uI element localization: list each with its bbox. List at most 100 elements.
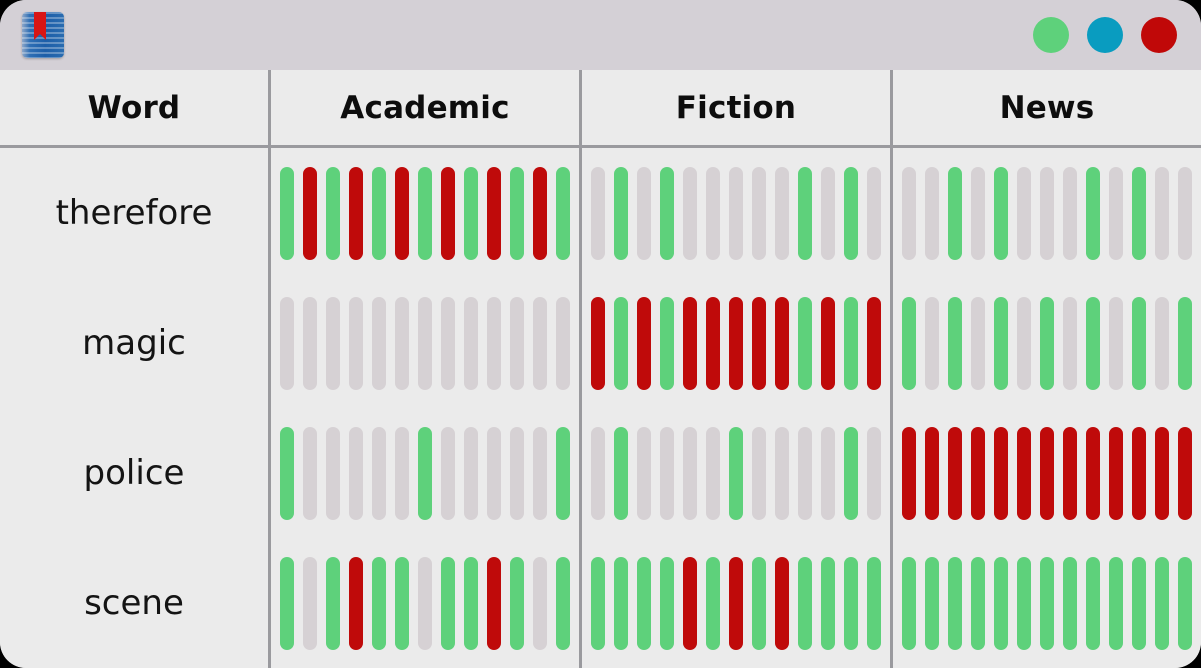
bar-gray [775, 166, 789, 260]
bar-strip [893, 278, 1201, 408]
column-header-academic[interactable]: Academic [271, 70, 582, 145]
bar-green [1040, 556, 1054, 650]
bar-gray [487, 426, 501, 520]
bar-gray [729, 166, 743, 260]
bar-strip [271, 408, 579, 538]
word-label: magic [0, 278, 271, 408]
bar-gray [418, 296, 432, 390]
bar-red [533, 166, 547, 260]
bar-red [1132, 426, 1146, 520]
bar-gray [372, 296, 386, 390]
bar-green [280, 556, 294, 650]
bar-gray [303, 556, 317, 650]
window-button-blue[interactable] [1087, 17, 1123, 53]
book-icon [22, 12, 64, 58]
bar-green [994, 166, 1008, 260]
frequency-cell-academic[interactable] [271, 408, 582, 538]
bar-gray [591, 426, 605, 520]
bar-gray [510, 426, 524, 520]
bar-green [556, 426, 570, 520]
bar-gray [1155, 166, 1169, 260]
bar-red [1063, 426, 1077, 520]
bar-green [902, 296, 916, 390]
bar-green [660, 296, 674, 390]
bar-gray [1063, 166, 1077, 260]
table-header-row: Word Academic Fiction News [0, 70, 1201, 148]
bar-gray [925, 166, 939, 260]
frequency-cell-news[interactable] [893, 148, 1201, 278]
bar-gray [821, 166, 835, 260]
bar-green [1178, 296, 1192, 390]
bar-strip [893, 538, 1201, 668]
column-header-fiction[interactable]: Fiction [582, 70, 893, 145]
app-window: Word Academic Fiction News therefore magi… [0, 0, 1201, 668]
bar-red [971, 426, 985, 520]
bar-strip [271, 538, 579, 668]
bar-green [660, 556, 674, 650]
frequency-cell-fiction[interactable] [582, 148, 893, 278]
bar-gray [303, 296, 317, 390]
bar-green [326, 166, 340, 260]
bar-red [1155, 426, 1169, 520]
bar-red [349, 556, 363, 650]
table-row[interactable]: police [0, 408, 1201, 538]
bar-green [637, 556, 651, 650]
bar-gray [798, 426, 812, 520]
bar-red [1109, 426, 1123, 520]
bar-green [556, 166, 570, 260]
table-row[interactable]: therefore [0, 148, 1201, 278]
bar-green [971, 556, 985, 650]
frequency-cell-academic[interactable] [271, 278, 582, 408]
bar-red [637, 296, 651, 390]
bar-gray [1040, 166, 1054, 260]
frequency-cell-academic[interactable] [271, 538, 582, 668]
bar-green [280, 426, 294, 520]
bar-green [591, 556, 605, 650]
bar-strip [893, 408, 1201, 538]
bar-green [418, 166, 432, 260]
bar-gray [971, 296, 985, 390]
bar-gray [395, 426, 409, 520]
bar-green [556, 556, 570, 650]
frequency-cell-fiction[interactable] [582, 538, 893, 668]
bar-gray [533, 556, 547, 650]
frequency-cell-news[interactable] [893, 278, 1201, 408]
word-frequency-table: Word Academic Fiction News therefore magi… [0, 70, 1201, 668]
bar-red [441, 166, 455, 260]
window-button-red[interactable] [1141, 17, 1177, 53]
bar-green [1086, 166, 1100, 260]
bar-gray [637, 426, 651, 520]
bar-gray [533, 296, 547, 390]
bar-green [994, 556, 1008, 650]
bar-green [1155, 556, 1169, 650]
frequency-cell-news[interactable] [893, 538, 1201, 668]
table-row[interactable]: scene [0, 538, 1201, 668]
bar-red [1017, 426, 1031, 520]
frequency-cell-academic[interactable] [271, 148, 582, 278]
bar-green [614, 556, 628, 650]
bar-gray [752, 426, 766, 520]
bar-green [948, 296, 962, 390]
column-header-word[interactable]: Word [0, 70, 271, 145]
bar-green [464, 556, 478, 650]
bar-gray [418, 556, 432, 650]
bar-green [752, 556, 766, 650]
bar-red [683, 296, 697, 390]
bar-gray [706, 426, 720, 520]
column-header-news[interactable]: News [893, 70, 1201, 145]
bar-red [487, 166, 501, 260]
frequency-cell-fiction[interactable] [582, 278, 893, 408]
bar-red [349, 166, 363, 260]
bar-green [994, 296, 1008, 390]
frequency-cell-fiction[interactable] [582, 408, 893, 538]
bar-strip [582, 148, 890, 278]
table-row[interactable]: magic [0, 278, 1201, 408]
bar-red [303, 166, 317, 260]
bar-gray [660, 426, 674, 520]
frequency-cell-news[interactable] [893, 408, 1201, 538]
bar-green [660, 166, 674, 260]
window-button-green[interactable] [1033, 17, 1069, 53]
bar-gray [1109, 296, 1123, 390]
bar-green [1132, 166, 1146, 260]
bar-red [395, 166, 409, 260]
